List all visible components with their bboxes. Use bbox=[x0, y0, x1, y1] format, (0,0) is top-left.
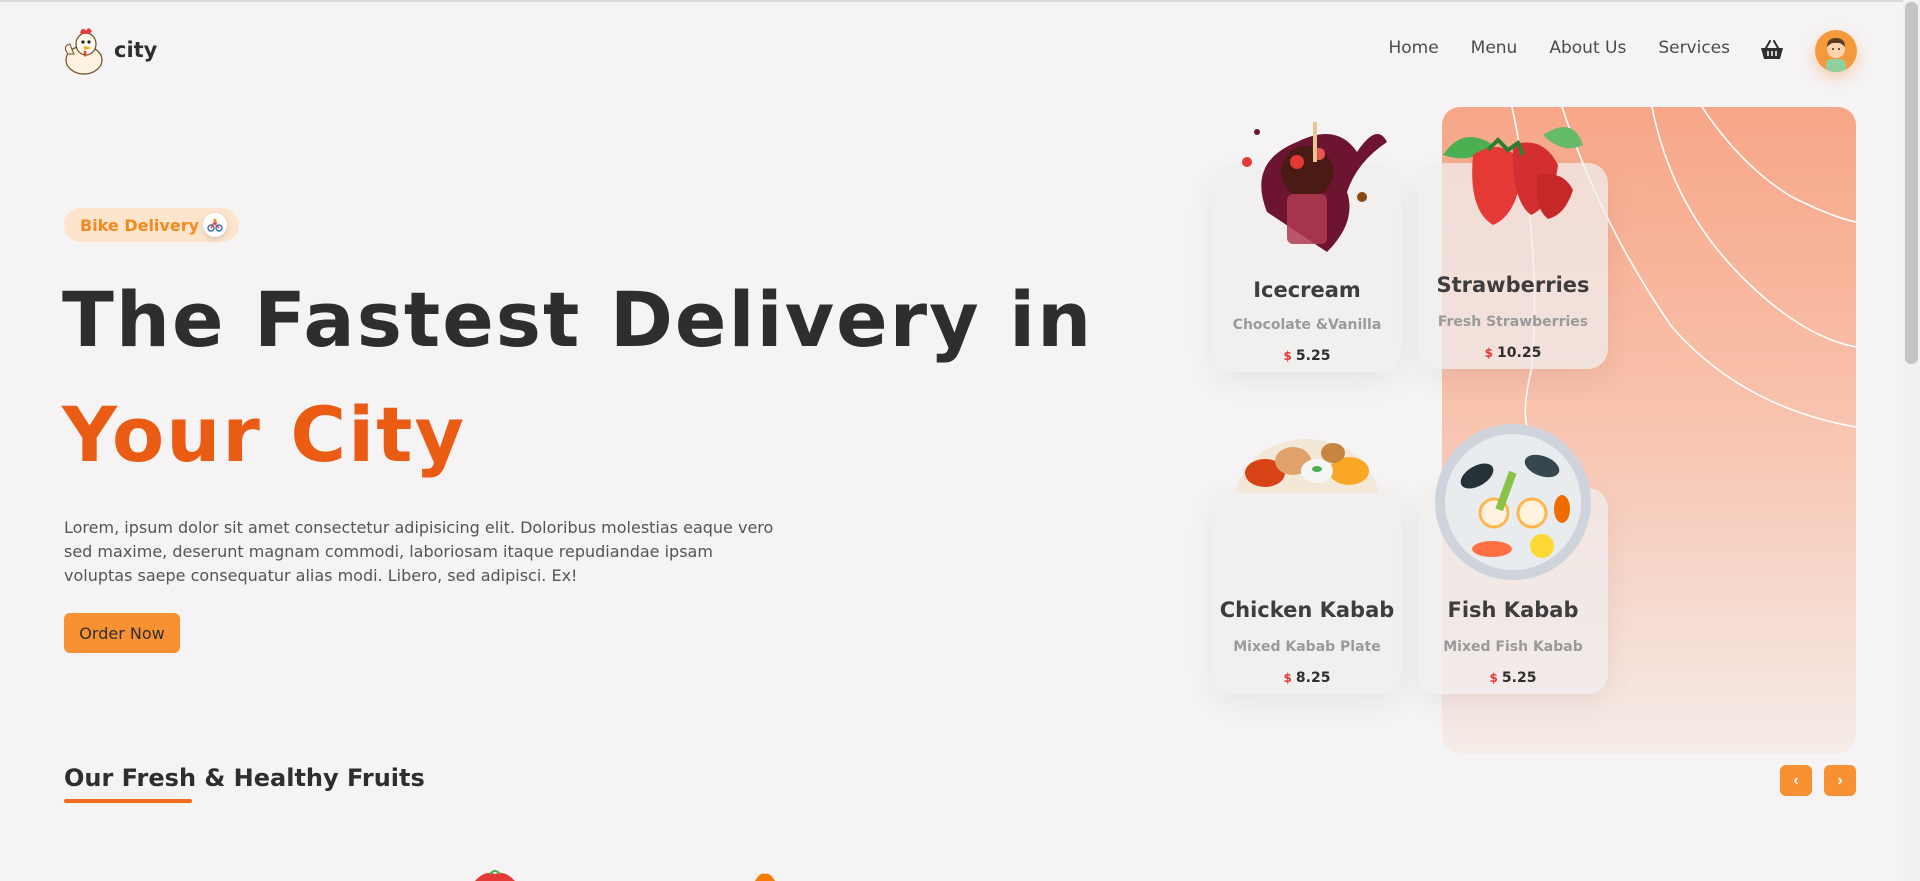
top-border bbox=[0, 0, 1920, 2]
card-price: $8.25 bbox=[1212, 670, 1402, 686]
chicken-logo-icon bbox=[64, 28, 103, 75]
currency-symbol: $ bbox=[1283, 671, 1292, 685]
bike-icon bbox=[203, 213, 228, 237]
card-subtitle: Mixed Kabab Plate bbox=[1233, 639, 1381, 655]
hero-description: Lorem, ipsum dolor sit amet consectetur … bbox=[64, 518, 774, 585]
card-price: $5.25 bbox=[1418, 670, 1608, 686]
section-underline bbox=[64, 799, 192, 803]
scrollbar-thumb[interactable] bbox=[1905, 2, 1918, 364]
section-title: Our Fresh & Healthy Fruits bbox=[64, 764, 425, 792]
fruit-image-peek bbox=[475, 870, 515, 881]
fish-kabab-image bbox=[1435, 424, 1591, 580]
price-value: 10.25 bbox=[1497, 345, 1542, 361]
card-name: Icecream bbox=[1253, 278, 1361, 302]
currency-symbol: $ bbox=[1484, 346, 1494, 360]
fruit-image-peek bbox=[755, 873, 775, 881]
price-value: 5.25 bbox=[1501, 670, 1537, 686]
strawberries-image bbox=[1443, 127, 1583, 225]
hero-title-line2: Your City bbox=[62, 390, 467, 479]
card-name: Fish Kabab bbox=[1447, 598, 1579, 622]
product-card-fish-kabab[interactable]: Fish Kabab Mixed Fish Kabab $5.25 bbox=[1418, 424, 1608, 694]
main-nav: Home Menu About Us Services bbox=[1388, 38, 1730, 58]
delivery-badge: Bike Delivery bbox=[64, 208, 240, 242]
basket-icon[interactable] bbox=[1759, 38, 1785, 62]
chevron-left-icon[interactable]: ‹ bbox=[1780, 765, 1812, 796]
currency-symbol: $ bbox=[1489, 671, 1498, 685]
nav-about-us[interactable]: About Us bbox=[1549, 38, 1626, 58]
price-value: 5.25 bbox=[1295, 348, 1331, 364]
card-subtitle: Fresh Strawberries bbox=[1437, 314, 1589, 330]
brand-name: city bbox=[114, 38, 158, 62]
hero-title-line1: The Fastest Delivery in bbox=[62, 275, 1094, 364]
card-name: Chicken Kabab bbox=[1219, 598, 1395, 622]
badge-label: Bike Delivery bbox=[80, 215, 200, 235]
card-price: $10.25 bbox=[1418, 345, 1608, 361]
chicken-kabab-image bbox=[1235, 439, 1379, 493]
order-now-button[interactable]: Order Now bbox=[64, 613, 180, 653]
nav-home[interactable]: Home bbox=[1388, 38, 1438, 58]
chevron-right-icon[interactable]: › bbox=[1824, 765, 1856, 796]
price-value: 8.25 bbox=[1295, 670, 1331, 686]
card-name: Strawberries bbox=[1436, 273, 1590, 297]
card-price: $5.25 bbox=[1212, 348, 1402, 364]
card-subtitle: Chocolate &Vanilla bbox=[1232, 317, 1382, 333]
nav-services[interactable]: Services bbox=[1658, 38, 1730, 58]
product-card-chicken-kabab[interactable]: Chicken Kabab Mixed Kabab Plate $8.25 bbox=[1212, 439, 1402, 694]
icecream-image bbox=[1242, 122, 1387, 252]
avatar[interactable] bbox=[1815, 30, 1857, 72]
card-subtitle: Mixed Fish Kabab bbox=[1443, 639, 1583, 655]
product-card-icecream[interactable]: Icecream Chocolate &Vanilla $5.25 bbox=[1212, 122, 1402, 372]
product-card-strawberries[interactable]: Strawberries Fresh Strawberries $10.25 bbox=[1418, 127, 1608, 369]
brand-logo[interactable]: city bbox=[62, 24, 157, 76]
nav-menu[interactable]: Menu bbox=[1471, 38, 1518, 58]
avatar-icon bbox=[1826, 38, 1846, 72]
currency-symbol: $ bbox=[1283, 349, 1292, 363]
